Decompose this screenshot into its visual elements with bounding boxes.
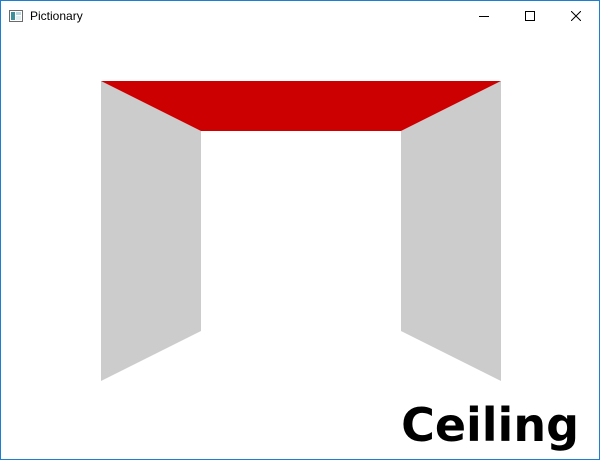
room-drawing bbox=[101, 81, 501, 381]
window-controls bbox=[461, 1, 599, 31]
answer-label: Ceiling bbox=[401, 398, 579, 452]
close-button[interactable] bbox=[553, 1, 599, 31]
drawing-canvas: Ceiling bbox=[1, 31, 599, 459]
app-icon bbox=[9, 9, 23, 22]
maximize-icon bbox=[525, 11, 535, 21]
close-icon bbox=[571, 11, 581, 21]
maximize-button[interactable] bbox=[507, 1, 553, 31]
left-wall bbox=[101, 81, 201, 381]
window-title: Pictionary bbox=[30, 9, 83, 23]
minimize-button[interactable] bbox=[461, 1, 507, 31]
app-window: Pictionary Ceiling bbox=[0, 0, 600, 460]
right-wall bbox=[401, 81, 501, 381]
minimize-icon bbox=[479, 11, 489, 21]
title-bar[interactable]: Pictionary bbox=[1, 1, 599, 31]
